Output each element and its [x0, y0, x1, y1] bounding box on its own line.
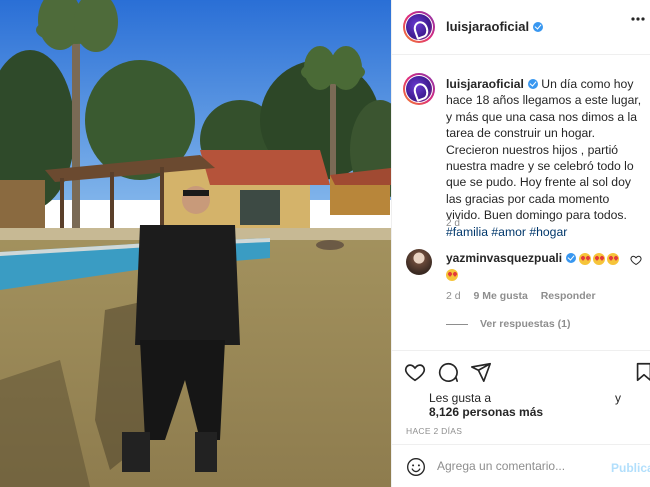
commenter-avatar[interactable]: [406, 249, 432, 275]
hashtag-link[interactable]: #hogar: [529, 225, 567, 239]
view-replies-label[interactable]: Ver respuestas (1): [480, 318, 570, 330]
post-photo[interactable]: [0, 0, 391, 487]
caption-text: Un día como hoy hace 18 años llegamos a …: [446, 77, 642, 223]
likes-suffix: y: [615, 391, 622, 405]
reply-button[interactable]: Responder: [541, 290, 596, 302]
hashtag-link[interactable]: #amor: [491, 225, 526, 239]
author-avatar[interactable]: [403, 11, 435, 43]
heart-eyes-emoji-icon: [579, 252, 592, 265]
author-username-text[interactable]: luisjaraoficial: [446, 19, 529, 34]
commenter-username[interactable]: yazminvasquezpuali: [446, 251, 562, 265]
likes-count-button[interactable]: 8,126 personas más: [429, 405, 543, 419]
heart-eyes-emoji-icon: [446, 268, 458, 281]
author-username[interactable]: luisjaraoficial: [446, 19, 544, 34]
heart-eyes-emoji-icon: [593, 252, 606, 265]
likes-count[interactable]: 8,126 personas más: [429, 405, 543, 419]
post-timestamp[interactable]: HACE 2 DÍAS: [406, 426, 462, 436]
post-actions: Les gusta a y 8,126 personas más HACE 2 D…: [392, 350, 650, 487]
comment-icon[interactable]: [437, 361, 459, 383]
view-replies-button[interactable]: Ver respuestas (1): [446, 318, 570, 330]
caption-username[interactable]: luisjaraoficial: [446, 77, 524, 91]
comment-composer: Publicar: [392, 444, 650, 487]
caption-avatar[interactable]: [403, 73, 435, 105]
post-comment-button[interactable]: Publicar: [611, 461, 650, 475]
comment-time[interactable]: 2 d: [446, 290, 461, 302]
share-icon[interactable]: [470, 361, 492, 383]
more-options-icon[interactable]: [631, 17, 645, 21]
emoji-icon[interactable]: [406, 457, 426, 477]
post-panel: luisjaraoficial luisjaraoficial Un día c…: [391, 0, 650, 487]
verified-badge-icon: [566, 252, 577, 263]
comment-body: yazminvasquezpuali: [446, 250, 631, 282]
verified-badge-icon: [527, 78, 538, 89]
comment-meta: 2 d 9 Me gusta Responder: [446, 290, 606, 302]
caption-time[interactable]: 2 d: [446, 218, 460, 229]
heart-icon[interactable]: [404, 361, 426, 383]
bookmark-icon[interactable]: [633, 361, 650, 383]
likes-line: Les gusta a y: [429, 391, 621, 405]
comment-input[interactable]: [437, 459, 602, 473]
post-caption: luisjaraoficial Un día como hoy hace 18 …: [446, 76, 646, 240]
likes-prefix: Les gusta a: [429, 391, 492, 405]
comment-like-heart-icon[interactable]: [630, 254, 642, 266]
comment-likes[interactable]: 9 Me gusta: [474, 290, 528, 302]
post-header: luisjaraoficial: [392, 0, 650, 55]
photo-image: [0, 0, 391, 487]
heart-eyes-emoji-icon: [607, 252, 620, 265]
verified-badge-icon: [533, 21, 544, 32]
